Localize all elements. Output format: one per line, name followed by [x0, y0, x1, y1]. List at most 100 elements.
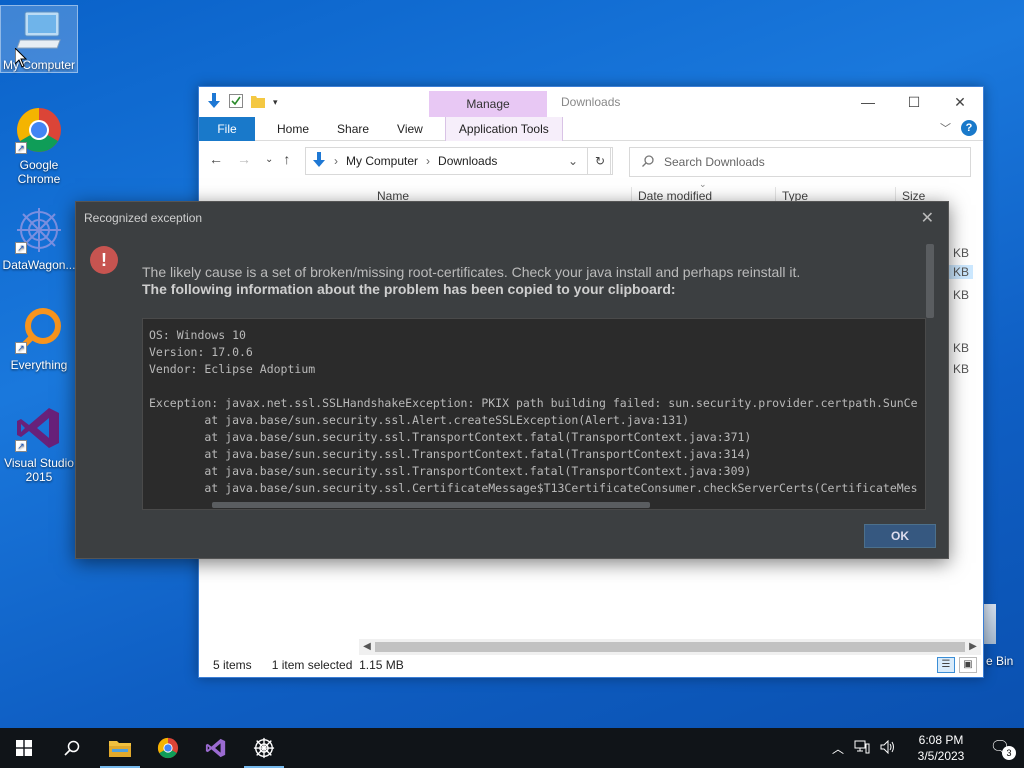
volume-icon[interactable]: [880, 739, 896, 757]
scrollbar-thumb[interactable]: [375, 642, 965, 652]
folder-icon: [109, 741, 131, 757]
windows-logo-icon: [16, 740, 32, 756]
window-title: Downloads: [561, 95, 621, 109]
details-line: Vendor: Eclipse Adoptium: [149, 362, 316, 376]
details-line: at java.base/sun.security.ssl.TransportC…: [149, 430, 752, 444]
desktop-icon-visual-studio[interactable]: ↗ Visual Studio 2015: [1, 404, 77, 484]
taskbar-file-explorer[interactable]: [96, 728, 144, 768]
navigation-bar: ← → ⌄ ↑ › My Computer › Downloads ⌄ ↻ Se…: [199, 141, 983, 177]
customize-dropdown-icon[interactable]: ▾: [273, 97, 278, 108]
dialog-title: Recognized exception: [84, 211, 203, 225]
taskbar-google-chrome[interactable]: [144, 728, 192, 768]
download-arrow-icon[interactable]: [207, 93, 221, 112]
dialog-message-bold: The following information about the prob…: [142, 281, 676, 297]
system-clock[interactable]: 6:08 PM 3/5/2023: [906, 732, 976, 764]
new-folder-icon[interactable]: [251, 94, 265, 111]
desktop-icon-my-computer[interactable]: My Computer: [0, 5, 78, 73]
breadcrumb-my-computer[interactable]: My Computer: [346, 154, 418, 168]
forward-arrow-icon[interactable]: →: [237, 151, 251, 167]
chrome-icon: ↗: [15, 106, 63, 154]
ok-button[interactable]: OK: [864, 524, 936, 548]
shortcut-arrow-icon: ↗: [15, 342, 27, 354]
dialog-close-icon[interactable]: ✕: [921, 208, 934, 228]
details-view-icon[interactable]: ☰: [937, 657, 955, 673]
explorer-titlebar[interactable]: ▾ Manage Downloads — ☐ ✕: [199, 87, 983, 117]
tab-view[interactable]: View: [383, 117, 437, 141]
properties-check-icon[interactable]: [229, 94, 243, 111]
everything-search-icon: ↗: [15, 306, 63, 354]
file-size-fragment: KB: [953, 362, 970, 376]
action-center-button[interactable]: 🗨 3: [986, 734, 1016, 762]
tab-share[interactable]: Share: [323, 117, 383, 141]
back-arrow-icon[interactable]: ←: [209, 151, 223, 167]
breadcrumb-separator-icon: ›: [334, 154, 338, 168]
shortcut-arrow-icon: ↗: [15, 242, 27, 254]
desktop-icon-label: DataWagon...: [2, 258, 76, 272]
maximize-icon[interactable]: ☐: [891, 87, 937, 117]
sort-chevron-icon: ⌄: [699, 179, 707, 189]
status-selected-size: 1.15 MB: [359, 658, 404, 672]
search-button[interactable]: [48, 728, 96, 768]
chrome-icon: [157, 737, 179, 759]
view-toggle: ☰ ▣: [937, 657, 977, 673]
file-size-fragment: KB: [953, 246, 970, 260]
status-selected: 1 item selected 1.15 MB: [272, 658, 404, 672]
file-size-fragment: KB: [953, 341, 970, 355]
status-bar: 5 items 1 item selected 1.15 MB ☰ ▣: [199, 653, 983, 677]
exception-details-text[interactable]: OS: Windows 10 Version: 17.0.6 Vendor: E…: [142, 318, 926, 510]
network-icon[interactable]: [854, 740, 870, 757]
file-size-fragment: KB: [953, 288, 970, 302]
details-line: at java.base/sun.security.ssl.TransportC…: [149, 447, 752, 461]
taskbar-visual-studio[interactable]: [192, 728, 240, 768]
visual-studio-icon: [205, 738, 226, 758]
exception-dialog[interactable]: Recognized exception ✕ ! The likely caus…: [75, 201, 949, 559]
shortcut-arrow-icon: ↗: [15, 142, 27, 154]
minimize-icon[interactable]: —: [845, 87, 891, 117]
search-placeholder: Search Downloads: [664, 155, 765, 169]
tab-file[interactable]: File: [199, 116, 255, 141]
desktop-icon-label: Google Chrome: [17, 158, 61, 186]
shortcut-arrow-icon: ↗: [15, 440, 27, 452]
expand-ribbon-chevron-icon[interactable]: ﹀: [940, 120, 951, 136]
address-bar[interactable]: › My Computer › Downloads ⌄: [305, 147, 611, 175]
dialog-vertical-scrollbar[interactable]: [926, 244, 934, 318]
refresh-button[interactable]: ↻: [587, 147, 613, 175]
desktop-icon-google-chrome[interactable]: ↗ Google Chrome: [1, 106, 77, 186]
details-line: Exception: javax.net.ssl.SSLHandshakeExc…: [149, 396, 918, 410]
details-horizontal-scrollbar[interactable]: [212, 502, 650, 508]
large-icons-view-icon[interactable]: ▣: [959, 657, 977, 673]
datawagon-icon: [253, 737, 275, 759]
notification-count-badge: 3: [1002, 746, 1016, 760]
start-button[interactable]: [0, 728, 48, 768]
details-line: Version: 17.0.6: [149, 345, 253, 359]
refresh-icon: ↻: [594, 154, 606, 168]
tab-home[interactable]: Home: [263, 117, 323, 141]
details-line: at java.base/sun.security.ssl.TransportC…: [149, 464, 752, 478]
recycle-bin-label: e Bin: [986, 654, 1014, 668]
search-icon: [642, 154, 654, 170]
address-dropdown-icon[interactable]: ⌄: [568, 154, 578, 168]
clock-time: 6:08 PM: [918, 733, 964, 747]
datawagon-icon: ↗: [15, 206, 63, 254]
window-controls: — ☐ ✕: [845, 87, 983, 117]
quick-access-toolbar: ▾: [207, 93, 278, 112]
status-selected-count: 1 item selected: [271, 658, 353, 672]
search-icon: [64, 740, 80, 756]
recent-locations-chevron-icon[interactable]: ⌄: [265, 154, 273, 165]
taskbar: ︿ 6:08 PM 3/5/2023 🗨 3: [0, 728, 1024, 768]
search-input[interactable]: Search Downloads: [629, 147, 971, 177]
close-icon[interactable]: ✕: [937, 87, 983, 117]
tab-manage[interactable]: Manage: [429, 91, 547, 117]
taskbar-datawagon[interactable]: [240, 728, 288, 768]
help-icon[interactable]: ?: [961, 120, 977, 136]
desktop-icon-everything[interactable]: ↗ Everything: [1, 306, 77, 372]
desktop-icon-datawagon[interactable]: ↗ DataWagon...: [1, 206, 77, 272]
desktop-icon-label: My Computer: [2, 58, 76, 72]
ribbon-tabs: File Home Share View Application Tools ﹀…: [199, 116, 983, 141]
show-hidden-icons-chevron-icon[interactable]: ︿: [832, 740, 844, 757]
details-line: at java.base/sun.security.ssl.Alert.crea…: [149, 413, 690, 427]
breadcrumb-downloads[interactable]: Downloads: [438, 154, 497, 168]
tab-application-tools[interactable]: Application Tools: [444, 116, 563, 141]
status-item-count: 5 items: [213, 658, 252, 672]
up-arrow-icon[interactable]: ↑: [283, 151, 290, 167]
